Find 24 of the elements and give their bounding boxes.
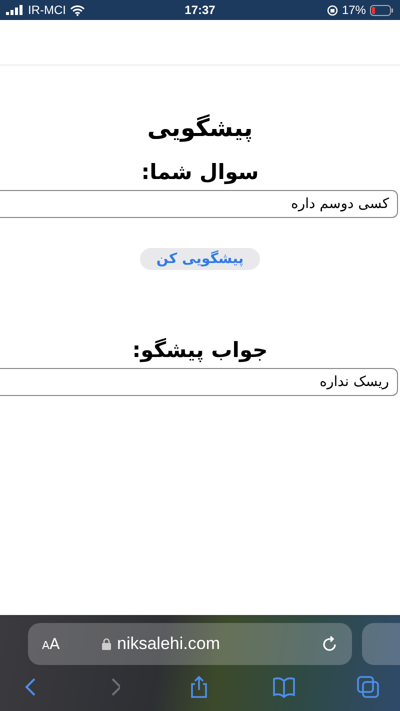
lock-icon [102,638,111,650]
answer-field[interactable]: ریسک نداره [0,368,398,396]
signal-icon [6,5,24,15]
book-icon [272,675,296,699]
predict-button[interactable]: پیشگویی کن [140,248,260,270]
reload-icon[interactable] [321,636,338,652]
battery-icon [370,4,394,16]
url-text: niksalehi.com [117,634,220,654]
rotation-lock-icon [326,4,338,16]
wifi-icon [70,4,85,16]
clock: 17:37 [184,3,216,17]
tabs-icon [356,675,380,699]
text-size-button[interactable]: AA [42,635,102,653]
question-label: سوال شما: [141,159,259,186]
battery-percentage: 17% [342,3,366,17]
question-field[interactable]: کسی دوسم داره [0,190,398,218]
address-bar[interactable]: AA niksalehi.com [28,623,352,665]
carrier-name: IR-MCI [28,3,66,17]
bookmarks-button[interactable] [272,675,296,699]
tabs-button[interactable] [356,675,380,699]
page-title: پیشگویی [147,113,253,144]
chevron-left-icon [24,678,36,696]
chevron-right-icon [109,678,120,696]
answer-label: جواب پیشگو: [132,337,268,364]
